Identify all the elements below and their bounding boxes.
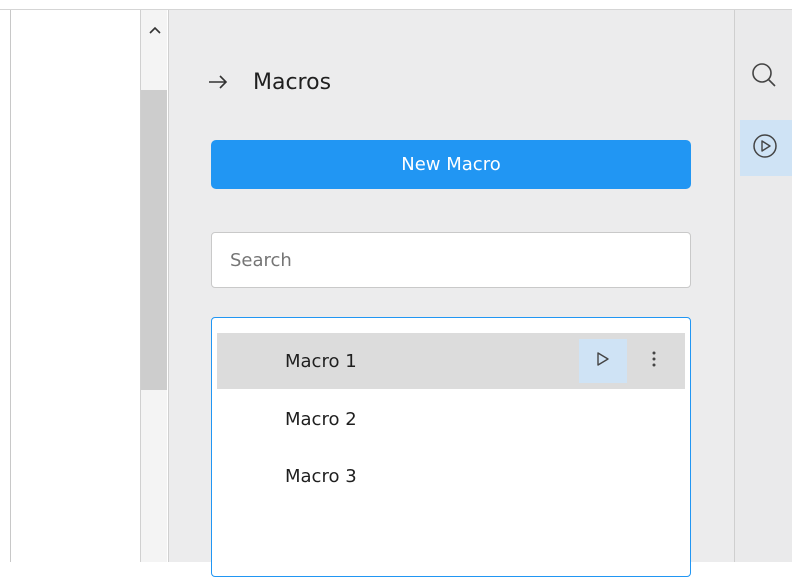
list-item-macro-2[interactable]: Macro 2 — [217, 391, 685, 447]
macro-list: Macro 1 Macro 2 Macro 3 — [211, 317, 691, 577]
rail-search-button[interactable] — [749, 62, 779, 92]
rail-macros-button[interactable] — [740, 120, 792, 176]
more-options-button[interactable] — [639, 339, 669, 383]
macros-panel: Macros New Macro Macro 1 Macro 2 Macro 3 — [168, 10, 734, 577]
chevron-up-icon — [148, 19, 161, 38]
scroll-up-button[interactable] — [141, 18, 168, 38]
search-icon — [750, 61, 778, 93]
list-item-label: Macro 3 — [285, 465, 357, 487]
play-outline-icon — [595, 351, 611, 371]
arrow-right-icon[interactable] — [207, 72, 233, 92]
new-macro-button[interactable]: New Macro — [211, 140, 691, 189]
window-top-border — [0, 0, 792, 10]
list-item-label: Macro 2 — [285, 408, 357, 430]
list-item-label: Macro 1 — [285, 350, 357, 372]
play-circle-icon — [752, 133, 778, 163]
vertical-scrollbar[interactable] — [140, 10, 167, 562]
left-pane-edge — [10, 10, 11, 562]
right-rail — [734, 10, 792, 562]
search-input[interactable] — [211, 232, 691, 288]
run-macro-button[interactable] — [579, 339, 627, 383]
list-item-macro-1[interactable]: Macro 1 — [217, 333, 685, 389]
list-item-macro-3[interactable]: Macro 3 — [217, 448, 685, 504]
panel-title: Macros — [253, 69, 332, 95]
scrollbar-thumb[interactable] — [141, 90, 167, 390]
panel-header: Macros — [207, 67, 331, 97]
vertical-ellipsis-icon — [652, 351, 656, 371]
